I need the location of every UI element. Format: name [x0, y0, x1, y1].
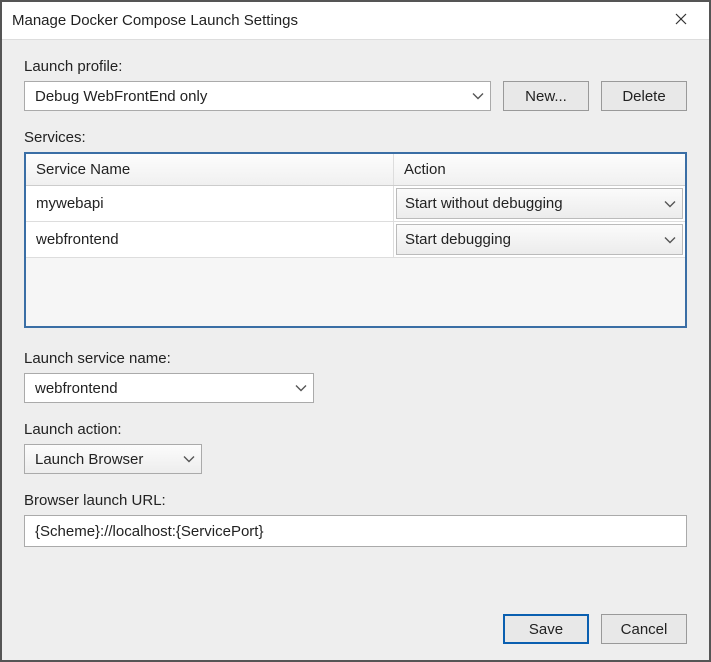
new-button[interactable]: New... — [503, 81, 589, 111]
service-action-value: Start without debugging — [405, 195, 563, 212]
profile-row: Debug WebFrontEnd only New... Delete — [24, 81, 687, 111]
services-label: Services: — [24, 129, 687, 146]
service-action-dropdown[interactable]: Start without debugging — [396, 188, 683, 219]
launch-service-name-dropdown[interactable]: webfrontend — [24, 373, 314, 403]
launch-profile-value: Debug WebFrontEnd only — [35, 88, 207, 105]
table-row: webfrontend Start debugging — [26, 222, 685, 258]
close-button[interactable] — [661, 2, 701, 40]
chevron-down-icon — [295, 380, 307, 397]
service-action-cell: Start without debugging — [394, 186, 685, 221]
browser-url-label: Browser launch URL: — [24, 492, 687, 509]
dialog-content: Launch profile: Debug WebFrontEnd only N… — [2, 40, 709, 660]
launch-action-value: Launch Browser — [35, 451, 143, 468]
save-button[interactable]: Save — [503, 614, 589, 644]
service-action-cell: Start debugging — [394, 222, 685, 257]
launch-service-name-value: webfrontend — [35, 380, 118, 397]
chevron-down-icon — [472, 88, 484, 105]
dialog-window: Manage Docker Compose Launch Settings La… — [0, 0, 711, 662]
table-row: mywebapi Start without debugging — [26, 186, 685, 222]
services-table: Service Name Action mywebapi Start witho… — [24, 152, 687, 328]
launch-action-label: Launch action: — [24, 421, 687, 438]
service-name-cell: webfrontend — [26, 222, 394, 257]
new-button-label: New... — [525, 88, 567, 105]
launch-profile-dropdown[interactable]: Debug WebFrontEnd only — [24, 81, 491, 111]
cancel-button-label: Cancel — [621, 621, 668, 638]
service-name-cell: mywebapi — [26, 186, 394, 221]
window-title: Manage Docker Compose Launch Settings — [12, 12, 298, 29]
browser-launch-url-input[interactable]: {Scheme}://localhost:{ServicePort} — [24, 515, 687, 547]
col-header-service-name: Service Name — [26, 154, 394, 185]
launch-profile-label: Launch profile: — [24, 58, 687, 75]
browser-launch-url-value: {Scheme}://localhost:{ServicePort} — [35, 523, 263, 540]
dialog-footer: Save Cancel — [24, 598, 687, 644]
chevron-down-icon — [664, 231, 676, 248]
close-icon — [675, 12, 687, 30]
service-action-value: Start debugging — [405, 231, 511, 248]
browser-url-group: Browser launch URL: {Scheme}://localhost… — [24, 492, 687, 547]
col-header-action: Action — [394, 154, 685, 185]
service-action-dropdown[interactable]: Start debugging — [396, 224, 683, 255]
launch-service-name-group: Launch service name: webfrontend — [24, 350, 687, 403]
delete-button-label: Delete — [622, 88, 665, 105]
delete-button[interactable]: Delete — [601, 81, 687, 111]
save-button-label: Save — [529, 621, 563, 638]
launch-action-dropdown[interactable]: Launch Browser — [24, 444, 202, 474]
chevron-down-icon — [664, 195, 676, 212]
titlebar: Manage Docker Compose Launch Settings — [2, 2, 709, 40]
launch-action-group: Launch action: Launch Browser — [24, 421, 687, 474]
chevron-down-icon — [183, 451, 195, 468]
launch-service-name-label: Launch service name: — [24, 350, 687, 367]
table-header: Service Name Action — [26, 154, 685, 186]
cancel-button[interactable]: Cancel — [601, 614, 687, 644]
